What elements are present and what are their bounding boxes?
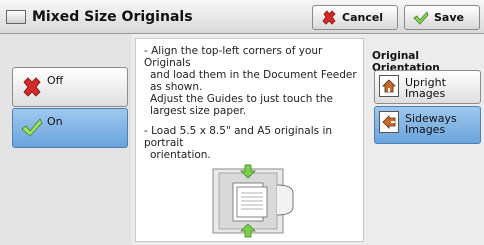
instruction-line: - Align the top-left corners of your Ori…	[144, 45, 323, 69]
title-area: Mixed Size Originals	[6, 6, 306, 28]
mode-options-panel: Off On	[0, 34, 131, 245]
on-option-button[interactable]: On	[12, 108, 128, 148]
green-check-icon	[413, 10, 429, 25]
save-label: Save	[434, 11, 464, 24]
upright-images-label: Upright Images	[405, 76, 446, 100]
instruction-line: Adjust the Guides to just touch the	[150, 93, 333, 105]
off-option-label: Off	[47, 74, 64, 87]
save-button[interactable]: Save	[404, 5, 480, 30]
red-x-icon	[23, 77, 41, 97]
page-title: Mixed Size Originals	[32, 9, 193, 25]
on-option-label: On	[47, 115, 63, 128]
instruction-line: largest size paper.	[150, 105, 247, 117]
upright-images-button[interactable]: Upright Images	[374, 70, 481, 104]
instruction-line: orientation.	[150, 149, 211, 161]
document-icon	[6, 10, 26, 24]
instruction-line: - Load 5.5 x 8.5" and A5 originals in po…	[144, 125, 333, 149]
sideways-images-button[interactable]: Sideways Images	[374, 106, 481, 144]
cancel-button[interactable]: Cancel	[312, 5, 398, 30]
green-check-icon	[21, 118, 43, 137]
red-x-icon	[322, 9, 336, 25]
sideways-label-line2: Images	[405, 123, 446, 136]
sideways-image-icon	[379, 111, 399, 133]
instruction-line: as shown.	[150, 81, 203, 93]
sideways-images-label: Sideways Images	[405, 113, 457, 135]
orientation-panel: Original Orientation Upright Images Side…	[368, 34, 484, 245]
cancel-label: Cancel	[342, 11, 384, 24]
document-feeder-illustration	[212, 164, 294, 238]
off-option-button[interactable]: Off	[12, 67, 128, 107]
instruction-line: and load them in the Document Feeder	[150, 69, 357, 81]
header-bar: Mixed Size Originals Cancel Save	[0, 0, 484, 34]
instruction-panel: - Align the top-left corners of your Ori…	[135, 38, 364, 242]
upright-image-icon	[379, 75, 399, 97]
